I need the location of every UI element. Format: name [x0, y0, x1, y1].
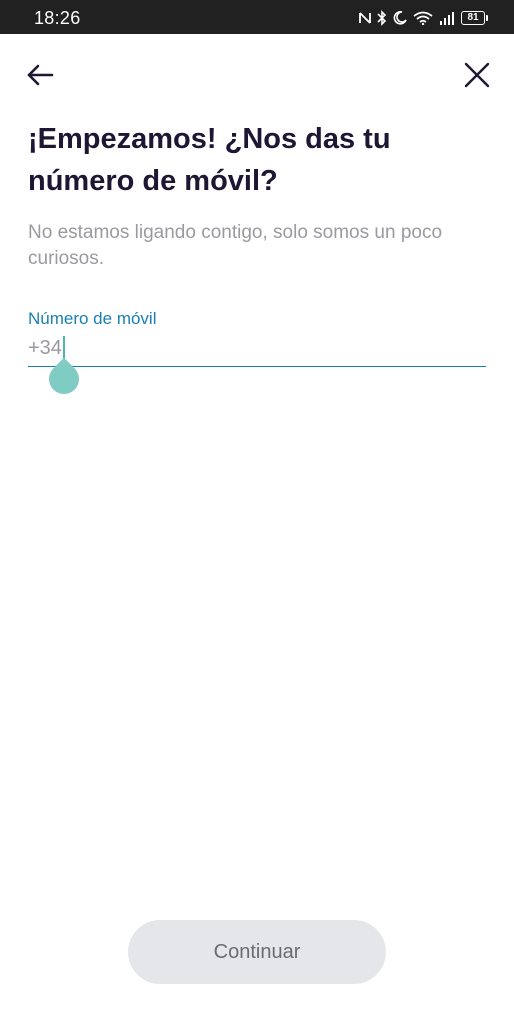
battery-icon: 81 [461, 11, 488, 25]
battery-level: 81 [461, 11, 485, 25]
page-subtitle: No estamos ligando contigo, solo somos u… [28, 222, 443, 269]
text-caret [63, 336, 65, 360]
continue-button[interactable]: Continuar [128, 920, 386, 984]
signal-icon [440, 12, 454, 25]
nfc-icon [359, 12, 371, 24]
back-button[interactable] [24, 58, 58, 92]
status-time: 18:26 [34, 8, 81, 28]
close-button[interactable] [460, 58, 494, 92]
bluetooth-icon [377, 10, 387, 26]
phone-field-label: Número de móvil [28, 309, 157, 328]
moon-icon [393, 11, 407, 25]
close-icon [464, 62, 490, 88]
phone-number-screen: 18:26 81 ¡Empezamos! ¿Nos das tu número … [0, 0, 514, 1024]
phone-number-input[interactable] [28, 334, 486, 367]
arrow-left-icon [27, 64, 54, 86]
page-title: ¡Empezamos! ¿Nos das tu número de móvil? [28, 123, 391, 197]
status-bar: 18:26 81 [0, 0, 514, 34]
status-icons: 81 [359, 8, 488, 28]
wifi-icon [413, 11, 433, 25]
